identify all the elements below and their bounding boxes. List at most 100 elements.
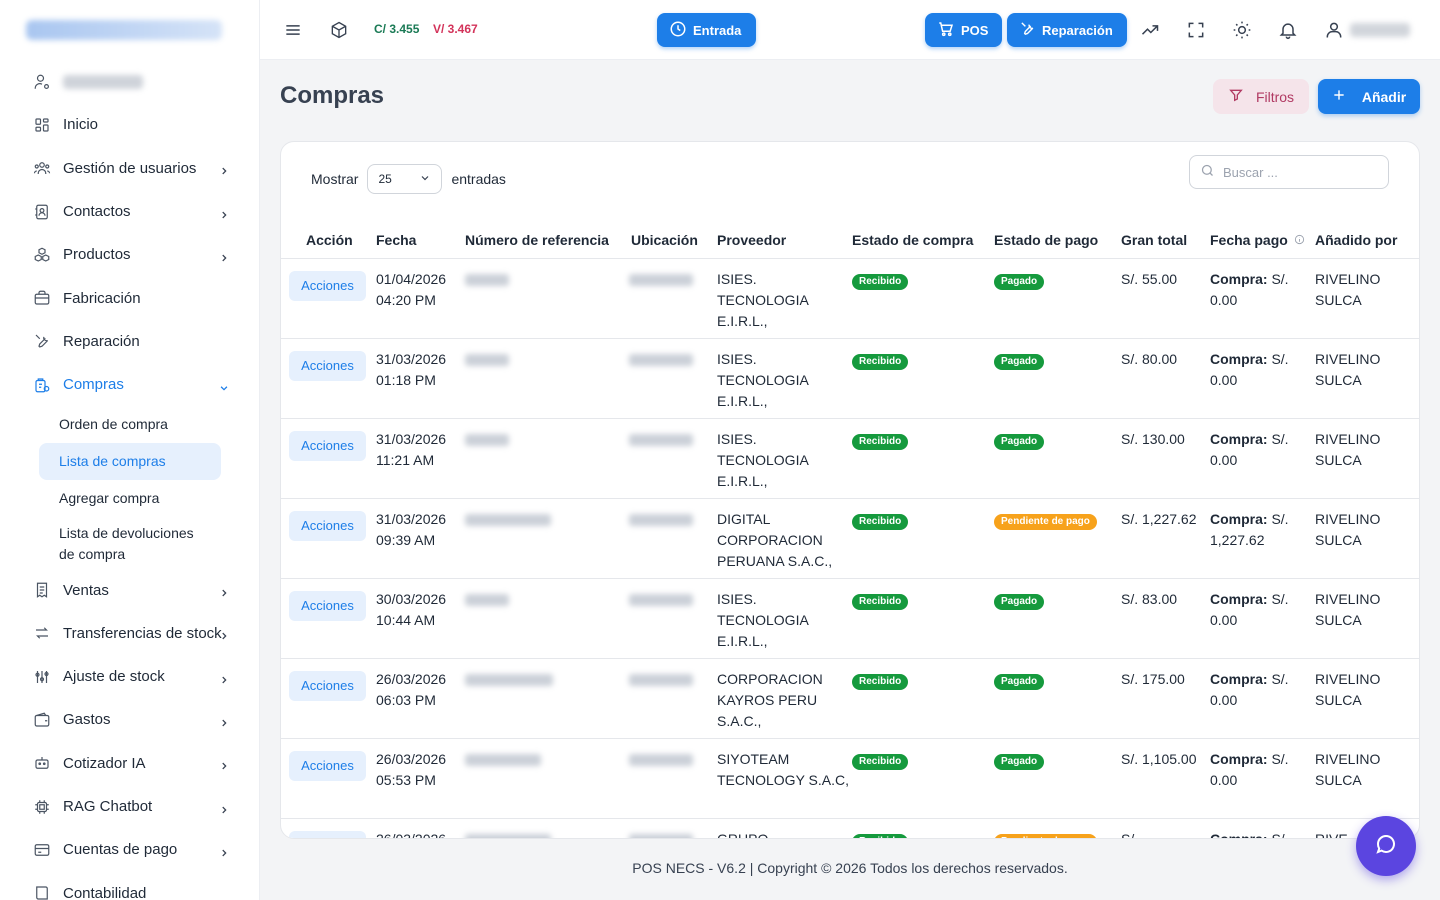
cell-payment-status: Pagado	[994, 337, 1121, 418]
table-row[interactable]: Acciones 30/03/2026 10:44 AM ISIES. TECNOLO…	[281, 577, 1419, 658]
sidebar-item-cuentas-de-pago[interactable]: Cuentas de pago	[0, 828, 259, 871]
user-icon[interactable]	[1322, 18, 1346, 42]
sidebar-subitem-orden-de-compra[interactable]: Orden de compra	[39, 406, 221, 443]
sidebar-item-gastos[interactable]: Gastos	[0, 698, 259, 741]
column-header-accion[interactable]: Acción	[281, 222, 376, 258]
column-header-anadido-por[interactable]: Añadido por	[1315, 222, 1419, 258]
location-blurred	[629, 593, 693, 606]
sidebar-item-ventas[interactable]: Ventas	[0, 568, 259, 611]
table-row[interactable]: Acciones 26/03/2026 05:53 PM SIYOTEAM TECNO…	[281, 737, 1419, 818]
payment-status-badge[interactable]: Pendiente de pago	[994, 513, 1097, 530]
actions-button[interactable]: Acciones	[289, 590, 366, 621]
menu-icon[interactable]	[281, 18, 305, 42]
sidebar-item-contabilidad[interactable]: Contabilidad	[0, 871, 259, 900]
table-row[interactable]: Acciones 31/03/2026 11:21 AM ISIES. TECNOLO…	[281, 417, 1419, 498]
cell-payment-status: Pagado	[994, 657, 1121, 738]
cell-purchase-status: Recibido	[852, 577, 994, 658]
theme-sun-icon[interactable]	[1230, 18, 1254, 42]
table-row[interactable]: Acciones 26/03/2026 GRUPORecibidoPendiente…	[281, 817, 1419, 838]
chat-button[interactable]	[1356, 816, 1416, 876]
sidebar-item-productos[interactable]: Productos	[0, 233, 259, 276]
actions-button[interactable]: Acciones	[289, 830, 366, 838]
table-header-row: Acción Fecha Número de referencia Ubicación…	[281, 222, 1419, 258]
sidebar-item-fabricacion[interactable]: Fabricación	[0, 276, 259, 319]
actions-button[interactable]: Acciones	[289, 670, 366, 701]
table-row[interactable]: Acciones 31/03/2026 01:18 PM ISIES. TECNOLO…	[281, 337, 1419, 418]
actions-button[interactable]: Acciones	[289, 750, 366, 781]
purchase-icon	[33, 376, 51, 394]
actions-button[interactable]: Acciones	[289, 270, 366, 301]
sidebar-item-gestion-de-usuarios[interactable]: Gestión de usuarios	[0, 147, 259, 190]
table-row[interactable]: Acciones 26/03/2026 06:03 PM CORPORACION KA…	[281, 657, 1419, 738]
location-blurred	[629, 433, 693, 446]
table-row[interactable]: Acciones 01/04/2026 04:20 PM ISIES. TECNOLO…	[281, 257, 1419, 338]
sidebar-subitem-lista-de-compras[interactable]: Lista de compras	[39, 443, 221, 481]
add-button[interactable]: Añadir	[1318, 79, 1420, 114]
paid-label: Compra:	[1210, 510, 1268, 527]
payment-status-badge[interactable]: Pagado	[994, 433, 1045, 450]
paid-label: Compra:	[1210, 430, 1268, 447]
info-icon[interactable]	[1294, 232, 1305, 248]
column-header-estado-de-compra[interactable]: Estado de compra	[852, 222, 994, 258]
sidebar-item-label: Ventas	[63, 581, 109, 599]
fullscreen-icon[interactable]	[1184, 18, 1208, 42]
reparacion-button[interactable]: Reparación	[1007, 13, 1127, 47]
package-icon[interactable]	[327, 18, 351, 42]
user-name-blurred[interactable]	[1350, 23, 1410, 37]
sidebar-item-contactos[interactable]: Contactos	[0, 190, 259, 233]
cubes-icon	[33, 246, 51, 264]
column-header-label: Fecha	[376, 231, 417, 248]
entries-control: Mostrar 25 entradas	[311, 164, 506, 194]
actions-button[interactable]: Acciones	[289, 510, 366, 541]
pos-button[interactable]: POS	[925, 13, 1002, 47]
table-row[interactable]: Acciones 31/03/2026 09:39 AM DIGITAL CORPOR…	[281, 497, 1419, 578]
entrada-button[interactable]: Entrada	[657, 13, 756, 47]
search-input[interactable]: Buscar ...	[1189, 155, 1389, 189]
cell-supplier: DIGITAL CORPORACION PERUANA S.A.C.,	[717, 497, 852, 578]
column-header-estado-de-pago[interactable]: Estado de pago	[994, 222, 1121, 258]
column-header-label: Añadido por	[1315, 231, 1398, 248]
sidebar-item-ajuste-de-stock[interactable]: Ajuste de stock	[0, 655, 259, 698]
trending-up-icon[interactable]	[1138, 18, 1162, 42]
cell-payment-due: Compra: S/. 0.00	[1210, 657, 1315, 738]
payment-status-badge[interactable]: Pagado	[994, 753, 1045, 770]
sidebar-item-inicio[interactable]: Inicio	[0, 103, 259, 146]
brand-logo[interactable]	[26, 20, 222, 40]
cell-date: 26/03/2026 05:53 PM	[376, 737, 465, 818]
column-header-fecha-pago[interactable]: Fecha pago	[1210, 222, 1315, 258]
actions-button[interactable]: Acciones	[289, 350, 366, 381]
sidebar-item-reparacion[interactable]: Reparación	[0, 320, 259, 363]
purchase-time: 11:21 AM	[376, 451, 435, 468]
column-header-fecha[interactable]: Fecha	[376, 222, 465, 258]
bell-icon[interactable]	[1276, 18, 1300, 42]
chevron-right-icon	[219, 585, 229, 597]
sidebar-item-profile[interactable]	[0, 60, 259, 103]
payment-status-badge[interactable]: Pagado	[994, 353, 1045, 370]
column-header-label: Ubicación	[631, 231, 698, 248]
sidebar-item-transferencias-de-stock[interactable]: Transferencias de stock	[0, 612, 259, 655]
sidebar-item-rag-chatbot[interactable]: RAG Chatbot	[0, 785, 259, 828]
user-settings-icon	[33, 73, 51, 91]
payment-status-badge[interactable]: Pagado	[994, 673, 1045, 690]
cell-action: Acciones	[281, 257, 376, 338]
sidebar-subitem-lista-de-devoluciones-de-compra[interactable]: Lista de devoluciones de compra	[39, 517, 209, 568]
cell-purchase-status: Recibido	[852, 737, 994, 818]
cell-added-by: RIVELINO SULCA	[1315, 657, 1419, 738]
entries-select[interactable]: 25	[367, 164, 443, 194]
sidebar-item-cotizador-ia[interactable]: Cotizador IA	[0, 742, 259, 785]
cell-grand-total: S/. 55.00	[1121, 257, 1210, 338]
column-header-ubicacion[interactable]: Ubicación	[631, 222, 717, 258]
cell-supplier: ISIES. TECNOLOGIA E.I.R.L.,	[717, 577, 852, 658]
column-header-proveedor[interactable]: Proveedor	[717, 222, 852, 258]
reference-number-blurred	[465, 513, 551, 526]
payment-status-badge[interactable]: Pagado	[994, 273, 1045, 290]
filter-button[interactable]: Filtros	[1213, 79, 1309, 114]
column-header-numero-de-referencia[interactable]: Número de referencia	[465, 222, 631, 258]
payment-status-badge[interactable]: Pagado	[994, 593, 1045, 610]
sidebar-item-compras[interactable]: Compras	[0, 363, 259, 406]
reference-number-blurred	[465, 593, 509, 606]
actions-button[interactable]: Acciones	[289, 430, 366, 461]
chip-icon	[33, 798, 51, 816]
sidebar-subitem-agregar-compra[interactable]: Agregar compra	[39, 480, 221, 517]
column-header-gran-total[interactable]: Gran total	[1121, 222, 1210, 258]
